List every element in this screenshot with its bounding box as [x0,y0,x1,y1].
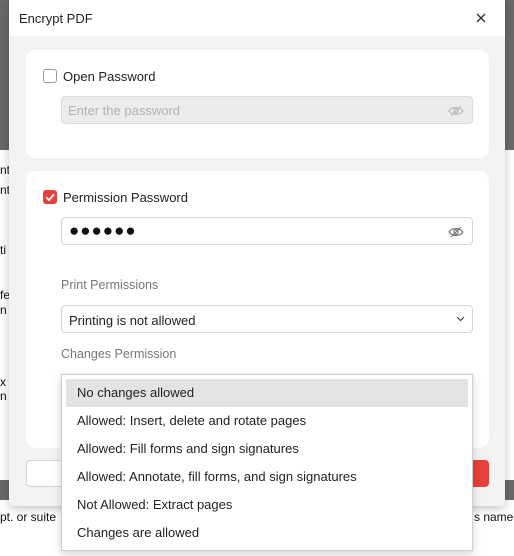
dropdown-option-not-allowed-extract[interactable]: Not Allowed: Extract pages [66,491,468,519]
print-permissions-select[interactable]: Printing is not allowed [61,305,473,333]
open-password-field [61,96,473,124]
background-text: s name [474,510,514,524]
changes-permission-dropdown: No changes allowed Allowed: Insert, dele… [61,374,473,551]
open-password-label: Open Password [63,69,156,84]
dropdown-option-insert-delete-rotate[interactable]: Allowed: Insert, delete and rotate pages [66,407,468,435]
close-icon [476,13,486,23]
dropdown-option-fill-forms-sign[interactable]: Allowed: Fill forms and sign signatures [66,435,468,463]
eye-slash-icon [448,105,464,117]
print-permissions-label: Print Permissions [61,278,159,292]
close-button[interactable] [471,8,491,28]
open-password-input [68,97,428,123]
changes-permission-label: Changes Permission [61,347,177,361]
dropdown-option-no-changes[interactable]: No changes allowed [66,379,468,407]
eye-slash-icon[interactable] [448,225,464,239]
background-text: ti [0,243,6,257]
open-password-checkbox[interactable] [43,69,57,83]
background-text: x [0,375,6,389]
dropdown-option-changes-allowed[interactable]: Changes are allowed [66,519,468,547]
dialog-title: Encrypt PDF [19,11,93,26]
background-text: n [0,389,7,403]
background-text: pt. or suite [0,510,57,524]
background-text: n [0,303,7,317]
background-page-right [505,150,514,480]
permission-password-field[interactable]: ●●●●●● [61,217,473,245]
dialog-titlebar: Encrypt PDF [9,0,505,36]
permission-password-label: Permission Password [63,190,188,205]
checkmark-icon [45,193,55,202]
chevron-down-icon [456,316,465,322]
dropdown-option-annotate-fill-sign[interactable]: Allowed: Annotate, fill forms, and sign … [66,463,468,491]
open-password-card: Open Password [26,50,489,158]
print-permissions-value: Printing is not allowed [69,313,196,328]
permission-password-value: ●●●●●● [69,221,137,240]
permission-password-checkbox[interactable] [43,190,57,204]
